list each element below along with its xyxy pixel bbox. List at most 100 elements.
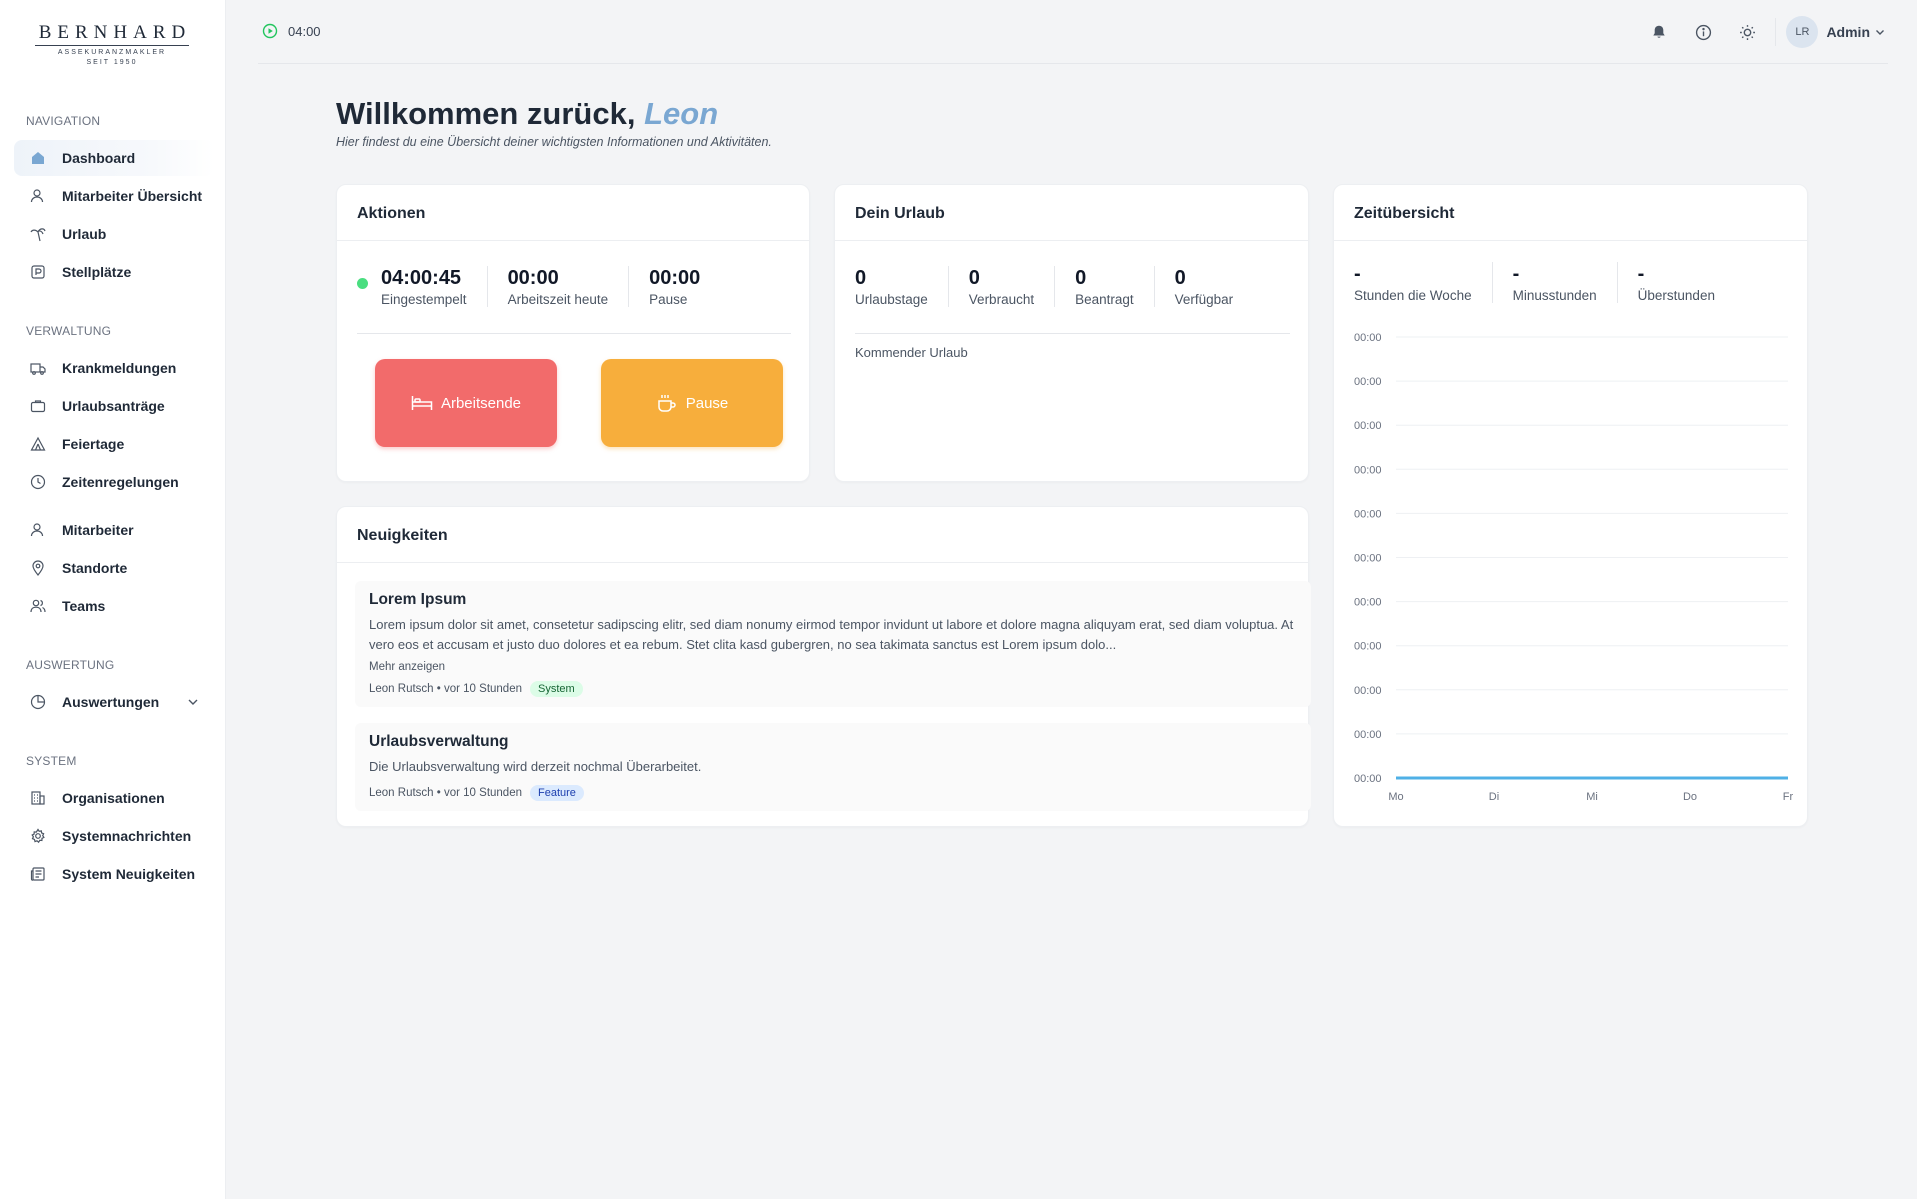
chart-y-tick-label: 00:00	[1354, 508, 1382, 520]
stat-pause: 00:00 Pause	[628, 266, 720, 307]
status-indicator	[357, 278, 368, 289]
sidebar-item-system-neuigkeiten[interactable]: System Neuigkeiten	[14, 856, 214, 892]
stat-value: 0	[855, 267, 867, 289]
bell-icon	[1653, 25, 1666, 38]
newspaper-icon	[30, 866, 46, 882]
category-badge: System	[530, 681, 583, 697]
briefcase-icon	[30, 398, 46, 414]
stat-requested: 0 Beantragt	[1054, 266, 1154, 307]
nav-section-auswertung: AUSWERTUNG	[26, 658, 115, 672]
sidebar-item-standorte[interactable]: Standorte	[14, 550, 214, 586]
stat-label: Überstunden	[1637, 288, 1715, 303]
chart-x-tick-label: Fr	[1783, 791, 1794, 803]
sidebar-item-label: Stellplätze	[62, 264, 132, 280]
sidebar-item-label: Krankmeldungen	[62, 360, 177, 376]
sidebar-item-krankmeldungen[interactable]: Krankmeldungen	[14, 350, 214, 386]
home-icon	[30, 150, 46, 166]
news-author-time: Leon Rutsch • vor 10 Stunden	[369, 683, 522, 695]
vacation-card: Dein Urlaub 0 Urlaubstage 0 Verbraucht 0…	[834, 184, 1309, 482]
time-overview-card: Zeitübersicht - Stunden die Woche - Minu…	[1333, 184, 1808, 827]
tent-icon	[30, 436, 46, 452]
news-item[interactable]: Urlaubsverwaltung Die Urlaubsverwaltung …	[355, 723, 1311, 811]
card-divider	[855, 333, 1290, 334]
sun-icon	[1740, 24, 1755, 40]
card-title: Aktionen	[337, 185, 809, 241]
sidebar-item-label: Urlaubsanträge	[62, 398, 165, 414]
stat-overtime: - Überstunden	[1616, 262, 1735, 303]
sidebar-item-label: Mitarbeiter Übersicht	[62, 188, 203, 204]
chart-y-tick-label: 00:00	[1354, 685, 1382, 697]
sidebar-item-dashboard[interactable]: Dashboard	[14, 140, 214, 176]
company-logo[interactable]: BERNHARD ASSEKURANZMAKLER SEIT 1950	[31, 22, 193, 74]
stat-available: 0 Verfügbar	[1153, 266, 1254, 307]
pause-button[interactable]: Pause	[601, 359, 783, 447]
pause-label: Pause	[685, 394, 729, 412]
nav-section-verwaltung: VERWALTUNG	[26, 324, 112, 338]
stat-value: 0	[968, 267, 980, 289]
stat-label: Minusstunden	[1512, 288, 1597, 303]
chevron-down-icon[interactable]	[186, 695, 200, 712]
stat-label: Beantragt	[1075, 292, 1134, 307]
news-meta: Leon Rutsch • vor 10 Stunden Feature	[369, 785, 1297, 801]
sidebar-item-label: Teams	[62, 598, 106, 614]
chart-x-tick-label: Mi	[1586, 791, 1598, 803]
page-title: Willkommen zurück, Leon	[336, 96, 718, 132]
show-more-link[interactable]: Mehr anzeigen	[369, 661, 1297, 673]
stat-label: Verbraucht	[968, 292, 1035, 307]
actions-stats: 04:00:45 Eingestempelt 00:00 Arbeitszeit…	[357, 266, 720, 307]
nav-section-navigation: NAVIGATION	[26, 114, 101, 128]
end-work-label: Arbeitsende	[440, 394, 522, 412]
running-timer[interactable]: 04:00	[262, 23, 321, 39]
chevron-down-icon	[1876, 30, 1884, 35]
user-first-name: Leon	[644, 96, 719, 131]
ambulance-icon	[30, 360, 46, 376]
sidebar-item-auswertungen[interactable]: Auswertungen	[14, 684, 214, 720]
sidebar-item-label: Systemnachrichten	[62, 828, 192, 844]
card-title: Zeitübersicht	[1334, 185, 1807, 241]
palm-tree-icon	[30, 226, 46, 242]
clock-icon	[30, 474, 46, 490]
stat-vacation-days: 0 Urlaubstage	[855, 266, 948, 307]
sidebar-item-teams[interactable]: Teams	[14, 588, 214, 624]
notifications-button[interactable]	[1637, 16, 1681, 48]
chart-y-tick-label: 00:00	[1354, 641, 1382, 653]
sidebar-item-stellplaetze[interactable]: Stellplätze	[14, 254, 214, 290]
sidebar-item-label: Feiertage	[62, 436, 125, 452]
news-item[interactable]: Lorem Ipsum Lorem ipsum dolor sit amet, …	[355, 581, 1311, 707]
sidebar-item-zeitenregelungen[interactable]: Zeitenregelungen	[14, 464, 214, 500]
chart-y-tick-label: 00:00	[1354, 376, 1382, 388]
logo-divider	[35, 45, 189, 46]
chart-x-tick-label: Di	[1489, 791, 1499, 803]
nav-section-system: SYSTEM	[26, 754, 77, 768]
news-meta: Leon Rutsch • vor 10 Stunden System	[369, 681, 1297, 697]
pie-chart-icon	[30, 694, 46, 710]
avatar[interactable]: LR	[1786, 16, 1819, 48]
stat-value: 00:00	[649, 267, 701, 289]
user-menu[interactable]: Admin	[1826, 24, 1886, 40]
sidebar-item-urlaubsantraege[interactable]: Urlaubsanträge	[14, 388, 214, 424]
news-text: Lorem ipsum dolor sit amet, consetetur s…	[369, 617, 1294, 652]
sidebar-item-organisationen[interactable]: Organisationen	[14, 780, 214, 816]
sidebar-item-urlaub[interactable]: Urlaub	[14, 216, 214, 252]
stat-label: Arbeitszeit heute	[507, 292, 609, 307]
stat-value: 0	[1075, 267, 1087, 289]
user-icon	[30, 522, 46, 538]
sidebar-item-mitarbeiter-uebersicht[interactable]: Mitarbeiter Übersicht	[14, 178, 214, 214]
sidebar-item-mitarbeiter[interactable]: Mitarbeiter	[14, 512, 214, 548]
news-card: Neuigkeiten Lorem Ipsum Lorem ipsum dolo…	[336, 506, 1311, 827]
sidebar-item-feiertage[interactable]: Feiertage	[14, 426, 214, 462]
info-button[interactable]	[1681, 16, 1725, 48]
info-icon	[1695, 24, 1712, 40]
bed-icon	[411, 396, 433, 410]
card-divider	[357, 333, 791, 334]
vacation-stats: 0 Urlaubstage 0 Verbraucht 0 Beantragt 0…	[855, 266, 1253, 307]
sidebar-item-label: Dashboard	[62, 150, 136, 166]
stat-value: -	[1354, 263, 1361, 285]
theme-toggle-button[interactable]	[1725, 16, 1769, 48]
end-work-button[interactable]: Arbeitsende	[375, 359, 557, 447]
topbar: 04:00 LR Admin	[258, 0, 1888, 64]
sidebar-item-systemnachrichten[interactable]: Systemnachrichten	[14, 818, 214, 854]
stat-used: 0 Verbraucht	[947, 266, 1054, 307]
stat-label: Verfügbar	[1174, 292, 1234, 307]
welcome-text: Willkommen zurück,	[336, 96, 636, 131]
